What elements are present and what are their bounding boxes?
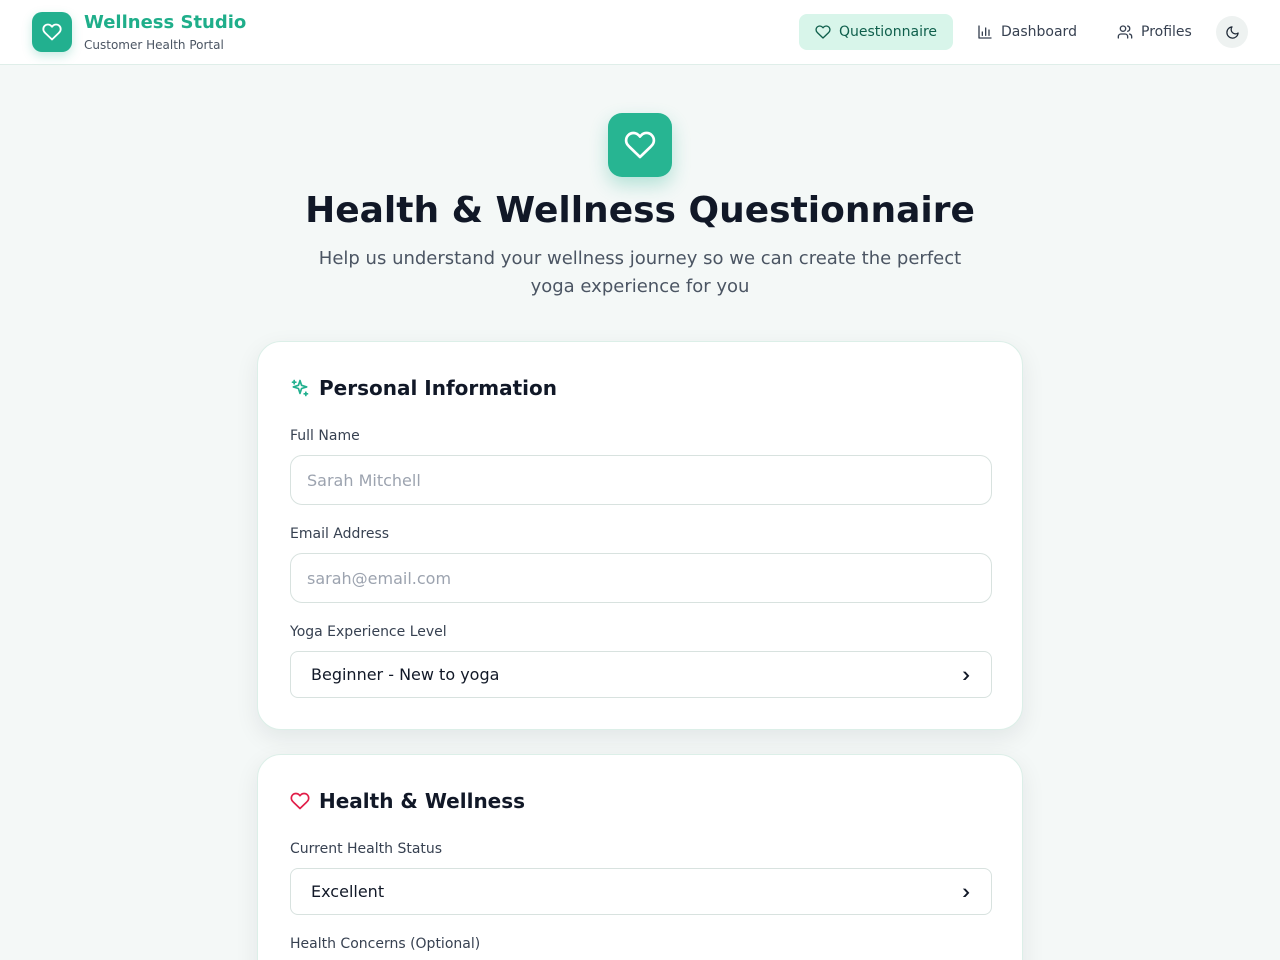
full-name-placeholder: Sarah Mitchell (307, 470, 421, 490)
nav-dashboard-label: Dashboard (1001, 24, 1077, 40)
experience-level-value: Beginner - New to yoga (311, 665, 500, 684)
health-status-select[interactable]: Excellent ❯ (290, 868, 992, 915)
email-label: Email Address (290, 526, 390, 542)
experience-level-label: Yoga Experience Level (290, 624, 447, 640)
nav-questionnaire-label: Questionnaire (839, 24, 938, 40)
brand-title[interactable]: Wellness Studio (84, 12, 246, 33)
theme-toggle-button[interactable] (1216, 16, 1248, 48)
sparkles-icon (291, 379, 309, 397)
chevron-down-icon: ❯ (960, 669, 971, 680)
email-input[interactable]: sarah@email.com (290, 553, 992, 603)
personal-information-card: Personal Information Full Name Sarah Mit… (257, 341, 1023, 730)
brand-logo[interactable] (32, 12, 72, 52)
top-navigation-bar: Wellness Studio Customer Health Portal Q… (0, 0, 1280, 65)
moon-icon (1225, 25, 1239, 39)
users-icon (1117, 25, 1133, 39)
heart-icon (815, 25, 831, 39)
page-title: Health & Wellness Questionnaire (305, 190, 975, 231)
nav-profiles-button[interactable]: Profiles (1101, 14, 1208, 50)
experience-level-select[interactable]: Beginner - New to yoga ❯ (290, 651, 992, 698)
health-wellness-title: Health & Wellness (319, 789, 526, 813)
health-wellness-card: Health & Wellness Current Health Status … (257, 754, 1023, 960)
nav-questionnaire-button[interactable]: Questionnaire (799, 14, 953, 50)
chevron-down-icon: ❯ (960, 886, 971, 897)
personal-information-title: Personal Information (319, 376, 557, 400)
heart-outline-icon (290, 792, 310, 810)
health-wellness-heading: Health & Wellness (290, 789, 525, 813)
nav-profiles-label: Profiles (1141, 24, 1192, 40)
email-placeholder: sarah@email.com (307, 568, 452, 588)
personal-information-heading: Personal Information (290, 376, 557, 400)
full-name-input[interactable]: Sarah Mitchell (290, 455, 992, 505)
health-status-value: Excellent (311, 882, 385, 901)
heart-icon (624, 131, 656, 159)
bar-chart-icon (978, 25, 992, 39)
page-subtitle: Help us understand your wellness journey… (318, 248, 962, 297)
full-name-label: Full Name (290, 428, 360, 444)
health-concerns-label: Health Concerns (Optional) (290, 936, 481, 952)
nav-dashboard-button[interactable]: Dashboard (961, 14, 1093, 50)
heart-icon (42, 23, 62, 41)
brand-subtitle: Customer Health Portal (84, 38, 224, 52)
health-status-label: Current Health Status (290, 841, 443, 857)
hero-heart-badge (608, 113, 672, 177)
